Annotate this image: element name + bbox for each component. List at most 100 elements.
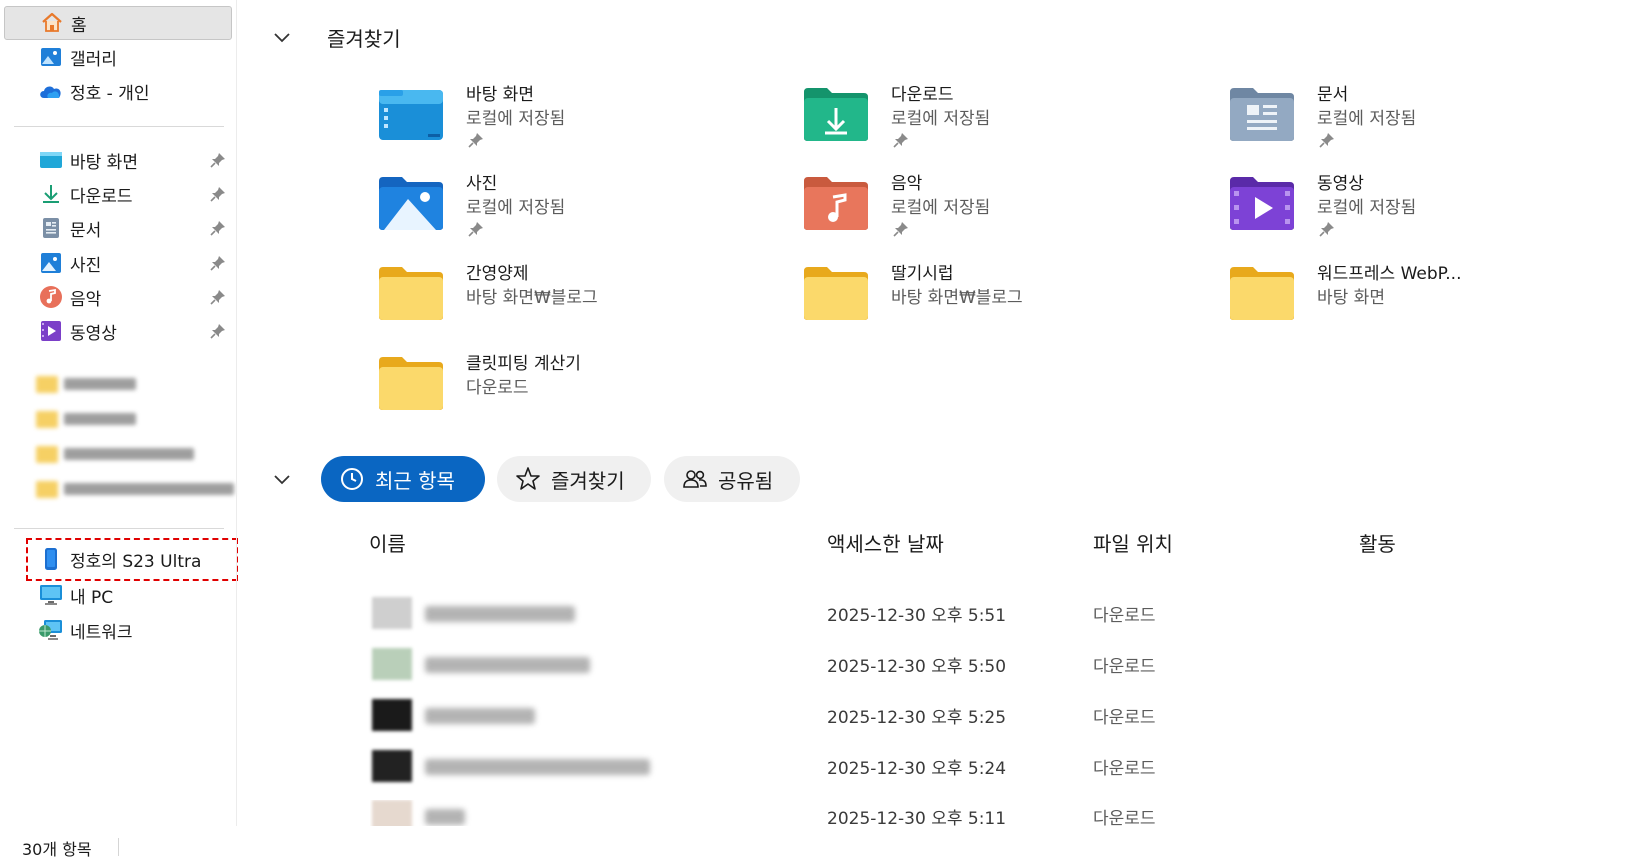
tab-favorites[interactable]: 즐겨찾기 bbox=[497, 456, 651, 502]
pin-icon bbox=[1319, 222, 1334, 237]
quick-access-name: 워드프레스 WebP... bbox=[1317, 264, 1462, 284]
row-accessed-date: 2025-12-30 오후 5:24 bbox=[827, 759, 1007, 779]
table-row[interactable]: 2025-12-30 오후 5:51 다운로드 bbox=[370, 597, 1570, 637]
quick-access-folder[interactable]: 워드프레스 WebP... 바탕 화면 bbox=[1229, 259, 1629, 343]
sidebar-item-label: 정호 - 개인 bbox=[70, 83, 150, 104]
folder-icon bbox=[379, 357, 443, 410]
table-row[interactable]: 2025-12-30 오후 5:11 다운로드 bbox=[370, 800, 1570, 826]
pin-icon[interactable] bbox=[210, 323, 226, 339]
column-header-activity[interactable]: 활동 bbox=[1359, 528, 1396, 557]
quick-access-documents[interactable]: 문서 로컬에 저장됨 bbox=[1229, 80, 1629, 164]
quick-access-title: 즐겨찾기 bbox=[327, 27, 401, 51]
sidebar-item-label: 갤러리 bbox=[70, 49, 117, 70]
pc-icon bbox=[38, 582, 64, 608]
sidebar-item-redacted-folder[interactable] bbox=[36, 443, 194, 465]
quick-access-folder[interactable]: 간영양제 바탕 화면₩블로그 bbox=[378, 259, 778, 343]
documents-icon bbox=[38, 215, 64, 241]
row-file-location: 다운로드 bbox=[1093, 606, 1156, 626]
quick-access-location: 바탕 화면₩블로그 bbox=[891, 288, 1023, 308]
sidebar-item-videos[interactable]: 동영상 bbox=[4, 314, 232, 348]
column-header-name[interactable]: 이름 bbox=[369, 528, 406, 557]
sidebar-item-label: 내 PC bbox=[70, 587, 114, 608]
pin-icon[interactable] bbox=[210, 152, 226, 168]
documents-folder-icon bbox=[1230, 88, 1294, 141]
quick-access-name: 음악 bbox=[891, 174, 923, 194]
sidebar-item-music[interactable]: 음악 bbox=[4, 280, 232, 314]
sidebar-item-label: 네트워크 bbox=[70, 622, 133, 643]
collapse-chevron-icon[interactable] bbox=[271, 26, 293, 48]
desktop-folder-icon bbox=[379, 90, 443, 140]
music-icon bbox=[38, 284, 64, 310]
sidebar-item-downloads[interactable]: 다운로드 bbox=[4, 177, 232, 211]
onedrive-cloud-icon bbox=[38, 78, 64, 104]
quick-access-videos[interactable]: 동영상 로컬에 저장됨 bbox=[1229, 169, 1629, 253]
pictures-icon bbox=[38, 250, 64, 276]
clock-icon bbox=[341, 468, 363, 490]
sidebar-item-gallery[interactable]: 갤러리 bbox=[4, 40, 232, 74]
quick-access-name: 사진 bbox=[466, 174, 498, 194]
quick-access-desktop[interactable]: 바탕 화면 로컬에 저장됨 bbox=[378, 80, 778, 164]
sidebar-item-label: 동영상 bbox=[70, 323, 117, 344]
sidebar-item-label: 바탕 화면 bbox=[70, 152, 138, 173]
pin-icon bbox=[468, 133, 483, 148]
row-accessed-date: 2025-12-30 오후 5:50 bbox=[827, 657, 1007, 677]
quick-access-pictures[interactable]: 사진 로컬에 저장됨 bbox=[378, 169, 778, 253]
sidebar-item-redacted-folder[interactable] bbox=[36, 408, 136, 430]
tab-label: 즐겨찾기 bbox=[551, 468, 625, 493]
people-icon bbox=[683, 470, 707, 488]
folder-icon bbox=[804, 267, 868, 320]
sidebar-item-pictures[interactable]: 사진 bbox=[4, 246, 232, 280]
pin-icon[interactable] bbox=[210, 186, 226, 202]
pin-icon bbox=[468, 222, 483, 237]
downloads-folder-icon bbox=[804, 88, 868, 141]
table-row[interactable]: 2025-12-30 오후 5:25 다운로드 bbox=[370, 699, 1570, 739]
quick-access-location: 로컬에 저장됨 bbox=[891, 198, 991, 218]
row-accessed-date: 2025-12-30 오후 5:11 bbox=[827, 809, 1007, 826]
status-bar: 30개 항목 bbox=[0, 826, 1645, 864]
pin-icon[interactable] bbox=[210, 255, 226, 271]
table-row[interactable]: 2025-12-30 오후 5:24 다운로드 bbox=[370, 750, 1570, 790]
quick-access-location: 로컬에 저장됨 bbox=[1317, 109, 1417, 129]
quick-access-music[interactable]: 음악 로컬에 저장됨 bbox=[803, 169, 1203, 253]
tab-recent[interactable]: 최근 항목 bbox=[321, 456, 485, 502]
sidebar-item-documents[interactable]: 문서 bbox=[4, 211, 232, 245]
quick-access-location: 바탕 화면₩블로그 bbox=[466, 288, 598, 308]
row-accessed-date: 2025-12-30 오후 5:25 bbox=[827, 708, 1007, 728]
quick-access-location: 로컬에 저장됨 bbox=[466, 198, 566, 218]
row-file-location: 다운로드 bbox=[1093, 759, 1156, 779]
sidebar-item-this-pc[interactable]: 내 PC bbox=[4, 578, 232, 612]
sidebar-item-label: 문서 bbox=[70, 220, 102, 241]
quick-access-folder[interactable]: 딸기시럽 바탕 화면₩블로그 bbox=[803, 259, 1203, 343]
pin-icon[interactable] bbox=[210, 289, 226, 305]
folder-icon bbox=[379, 267, 443, 320]
pane-splitter[interactable] bbox=[236, 0, 237, 826]
column-header-location[interactable]: 파일 위치 bbox=[1093, 528, 1173, 557]
row-accessed-date: 2025-12-30 오후 5:51 bbox=[827, 606, 1007, 626]
sidebar-item-home[interactable]: 홈 bbox=[4, 6, 232, 40]
quick-access-downloads[interactable]: 다운로드 로컬에 저장됨 bbox=[803, 80, 1203, 164]
collapse-chevron-icon[interactable] bbox=[271, 468, 293, 490]
sidebar-item-desktop[interactable]: 바탕 화면 bbox=[4, 143, 232, 177]
file-thumbnail bbox=[372, 750, 412, 782]
network-icon bbox=[38, 617, 64, 643]
pin-icon bbox=[893, 133, 908, 148]
sidebar-divider bbox=[14, 528, 224, 529]
sidebar-item-network[interactable]: 네트워크 bbox=[4, 613, 232, 647]
table-row[interactable]: 2025-12-30 오후 5:50 다운로드 bbox=[370, 648, 1570, 688]
quick-access-location: 로컬에 저장됨 bbox=[1317, 198, 1417, 218]
column-header-accessed[interactable]: 액세스한 날짜 bbox=[827, 528, 944, 557]
sidebar-item-redacted-folder[interactable] bbox=[36, 478, 234, 500]
quick-access-name: 간영양제 bbox=[466, 264, 529, 284]
quick-access-folder[interactable]: 클릿피팅 계산기 다운로드 bbox=[378, 349, 778, 433]
tab-shared[interactable]: 공유됨 bbox=[664, 456, 800, 502]
quick-access-name: 다운로드 bbox=[891, 85, 954, 105]
gallery-icon bbox=[38, 44, 64, 70]
quick-access-name: 문서 bbox=[1317, 85, 1349, 105]
pin-icon[interactable] bbox=[210, 220, 226, 236]
desktop-icon bbox=[38, 147, 64, 173]
tab-label: 공유됨 bbox=[718, 468, 774, 493]
sidebar-item-redacted-folder[interactable] bbox=[36, 373, 136, 395]
quick-access-location: 로컬에 저장됨 bbox=[466, 109, 566, 129]
sidebar-item-onedrive[interactable]: 정호 - 개인 bbox=[4, 74, 232, 108]
file-thumbnail bbox=[372, 699, 412, 731]
